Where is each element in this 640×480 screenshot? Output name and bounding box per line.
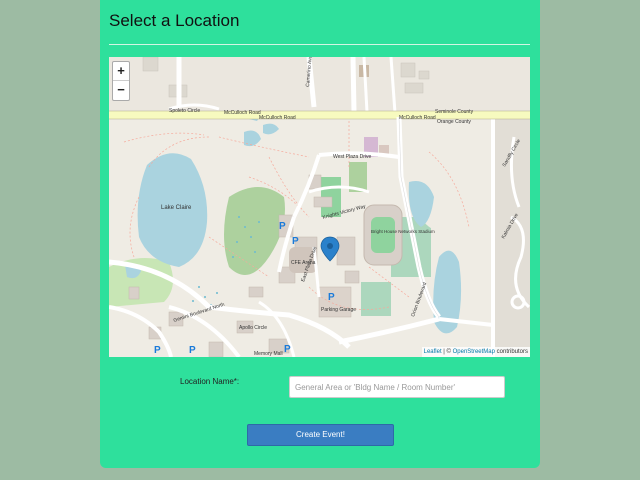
label-mcculloch-2: McCulloch Road [259,115,296,121]
zoom-out-button[interactable]: − [113,81,129,99]
zoom-control: + − [112,61,130,101]
label-parking-garage: Parking Garage [321,307,356,313]
label-lake-claire: Lake Claire [161,205,192,211]
zoom-in-button[interactable]: + [113,62,129,81]
location-name-input[interactable] [289,376,505,398]
attribution-separator: | © [441,349,453,355]
label-spoleto: Spoleto Circle [169,108,200,114]
title-divider [109,44,530,45]
parking-icon: P [328,292,335,303]
leaflet-link[interactable]: Leaflet [424,349,442,355]
map-attribution: Leaflet | © OpenStreetMap contributors [421,347,530,357]
location-map[interactable]: Spoleto Circle McCulloch Road McCulloch … [109,57,530,357]
parking-icon: P [284,344,291,355]
label-mcculloch-1: McCulloch Road [224,110,261,116]
parking-icon: P [292,236,299,247]
label-memory: Memory Mall [254,351,283,357]
parking-icon: P [279,221,286,232]
label-orion: Orion Boulevard [410,281,428,317]
osm-link[interactable]: OpenStreetMap [453,349,495,355]
map-pin-icon[interactable] [320,236,340,262]
create-event-button[interactable]: Create Event! [247,424,394,446]
location-name-label: Location Name*: [180,377,240,386]
label-seminole: Seminole County [435,109,474,115]
label-west-plaza: West Plaza Drive [333,154,371,160]
attribution-suffix: contributors [494,349,528,355]
select-location-panel: Select a Location Spoleto Circle McCullo… [100,0,540,468]
parking-icon: P [189,345,196,356]
label-stadium: Bright House Networks Stadium [371,229,435,234]
label-mcculloch-3: McCulloch Road [399,115,436,121]
page-title: Select a Location [109,11,240,30]
map-tiles[interactable]: Spoleto Circle McCulloch Road McCulloch … [109,57,530,357]
parking-icon: P [154,345,161,356]
label-apollo: Apollo Circle [239,325,267,331]
label-orange: Orange County [437,119,471,125]
